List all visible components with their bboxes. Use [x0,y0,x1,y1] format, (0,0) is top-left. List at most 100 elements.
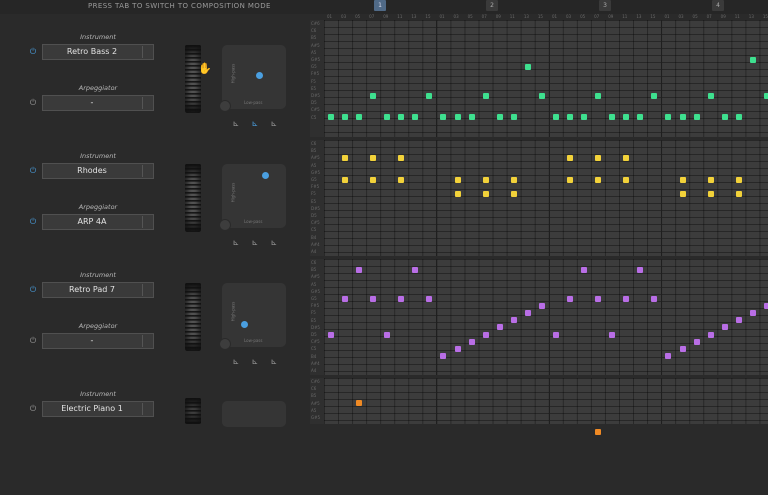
modulation-wheel[interactable] [185,45,201,113]
arpeggiator-select[interactable]: - [42,95,154,111]
step-cells[interactable] [324,20,768,137]
note-block[interactable] [328,114,334,121]
instrument-power-icon[interactable]: ⏻ [29,286,37,294]
instrument-power-icon[interactable]: ⏻ [29,48,37,56]
instrument-select[interactable]: Electric Piano 1 [42,401,154,417]
arpeggiator-power-icon[interactable]: ⏻ [29,218,37,226]
note-block[interactable] [623,176,630,183]
filter-xy-pad[interactable]: High-pass Low-pass [219,45,286,112]
note-block[interactable] [581,114,588,121]
note-block[interactable] [623,295,630,302]
note-block[interactable] [370,92,377,99]
note-block[interactable] [749,310,756,316]
piano-roll-grid-3[interactable]: C6 B5 A#5 A5 G#5 G5 F#5 F5 E5 D#5 D5 C#5 C5 B4 A#4 A4 [310,259,768,375]
note-block[interactable] [693,338,700,345]
note-block[interactable] [398,295,405,302]
note-block[interactable] [370,176,377,183]
note-block[interactable] [538,92,545,99]
note-block[interactable] [721,324,728,331]
note-block[interactable] [440,353,447,360]
note-block[interactable] [552,114,559,121]
note-block[interactable] [524,63,531,70]
modulation-wheel[interactable] [185,283,201,351]
note-block[interactable] [370,155,377,161]
note-block[interactable] [707,331,714,338]
lowpass-filter-icon[interactable]: ⊾ [231,238,241,247]
piano-roll-grid-4[interactable]: C#6 C6 B5 A#5 A5 G#5 [310,378,768,435]
highpass-filter-icon[interactable]: ⊾ [269,119,279,128]
note-block[interactable] [609,114,616,121]
note-block[interactable] [468,114,475,121]
note-block[interactable] [496,324,503,331]
note-block[interactable] [651,92,658,99]
note-block[interactable] [454,176,461,183]
note-block[interactable] [356,400,363,407]
note-block[interactable] [356,266,363,273]
note-block[interactable] [342,155,349,161]
note-block[interactable] [510,114,517,121]
instrument-select[interactable]: Rhodes [42,163,154,179]
modulation-wheel[interactable] [185,398,201,424]
note-block[interactable] [679,346,686,352]
lowpass-filter-icon[interactable]: ⊾ [231,119,241,128]
arpeggiator-power-icon[interactable]: ⏻ [29,337,37,345]
note-block[interactable] [595,92,602,99]
note-block[interactable] [735,317,742,324]
note-block[interactable] [510,191,517,197]
note-block[interactable] [651,295,658,302]
note-block[interactable] [679,191,686,197]
note-block[interactable] [398,114,405,121]
note-block[interactable] [637,266,644,273]
note-block[interactable] [426,295,433,302]
note-block[interactable] [581,266,588,273]
note-block[interactable] [763,302,768,309]
instrument-power-icon[interactable]: ⏻ [29,167,37,175]
note-block[interactable] [665,353,672,360]
filter-pad-handle[interactable] [262,172,270,180]
bandpass-filter-icon[interactable]: ⊾ [250,357,260,366]
note-block[interactable] [454,114,461,121]
note-block[interactable] [665,114,672,121]
bandpass-filter-icon[interactable]: ⊾ [250,119,260,128]
note-block[interactable] [567,176,574,183]
note-block[interactable] [623,114,630,121]
note-block[interactable] [707,92,714,99]
note-block[interactable] [398,155,405,161]
note-block[interactable] [370,295,377,302]
note-block[interactable] [707,176,714,183]
note-block[interactable] [482,176,489,183]
note-block[interactable] [693,114,700,121]
note-block[interactable] [763,92,768,99]
note-block[interactable] [595,295,602,302]
note-block[interactable] [637,114,644,121]
note-block[interactable] [356,114,363,121]
filter-xy-pad[interactable]: High-pass Low-pass [219,283,286,350]
note-block[interactable] [342,176,349,183]
note-block[interactable] [735,114,742,121]
note-block[interactable] [412,114,419,121]
modulation-wheel[interactable] [185,164,201,232]
note-block[interactable] [552,331,559,338]
note-block[interactable] [468,338,475,345]
bandpass-filter-icon[interactable]: ⊾ [250,238,260,247]
note-block[interactable] [398,176,405,183]
note-block[interactable] [510,176,517,183]
note-block[interactable] [384,114,391,121]
note-block[interactable] [524,310,531,316]
note-block[interactable] [609,331,616,338]
note-block[interactable] [496,114,503,121]
note-block[interactable] [721,114,728,121]
note-block[interactable] [440,114,447,121]
note-block[interactable] [426,92,433,99]
bar-marker-2[interactable]: 2 [486,0,498,11]
note-block[interactable] [538,302,545,309]
note-block[interactable] [567,114,574,121]
piano-roll-grid-1[interactable]: C#6 C6 B5 A#5 A5 G#5 G5 F#5 F5 E5 D#5 D5 C#5 C5 [310,20,768,137]
bar-marker-4[interactable]: 4 [712,0,724,11]
note-block[interactable] [749,56,756,63]
note-block[interactable] [342,114,349,121]
bar-marker-1[interactable]: 1 [374,0,386,11]
filter-pad-handle[interactable] [240,321,248,329]
note-block[interactable] [707,191,714,197]
note-block[interactable] [735,176,742,183]
